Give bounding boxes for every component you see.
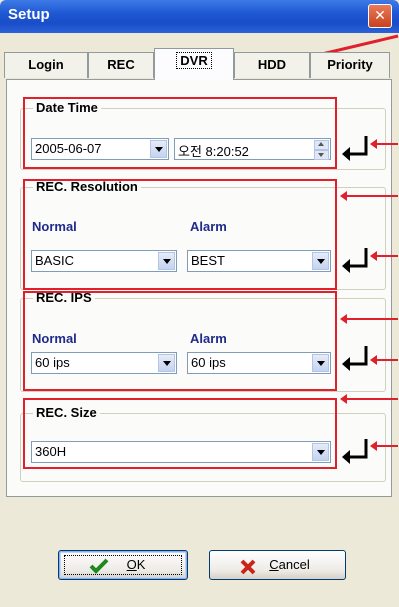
close-button[interactable]: ✕ (368, 4, 392, 28)
spin-up-icon[interactable] (314, 140, 329, 150)
chevron-down-icon[interactable] (312, 443, 329, 461)
tab-dvr[interactable]: DVR (154, 48, 234, 80)
setup-window: Setup ✕ Login REC DVR HDD Priority Date … (0, 0, 399, 607)
annotation-arrow-ips (370, 355, 398, 365)
resolution-alarm-label: Alarm (190, 219, 227, 234)
resolution-normal-label: Normal (32, 219, 77, 234)
enter-arrow-icon (342, 346, 368, 371)
annotation-arrow-resolution (370, 251, 398, 261)
ips-alarm-dropdown[interactable]: 60 ips (187, 352, 331, 374)
ips-alarm-label: Alarm (190, 331, 227, 346)
time-value: 오전 8:20:52 (178, 144, 249, 159)
tab-login[interactable]: Login (4, 52, 88, 78)
close-icon: ✕ (374, 8, 386, 24)
ips-normal-value: 60 ips (35, 355, 70, 370)
annotation-arrow-date (370, 139, 398, 149)
annotation-arrow-size-group (340, 394, 398, 404)
spin-down-icon[interactable] (314, 150, 329, 160)
rec-size-dropdown[interactable]: 360H (31, 441, 331, 463)
annotation-arrow-size (370, 441, 398, 451)
spin-buttons[interactable] (314, 140, 329, 160)
title-bar: Setup ✕ (0, 0, 399, 33)
annotation-arrow-ips-group (340, 314, 398, 324)
cancel-label: Cancel (269, 557, 310, 572)
window-title: Setup (8, 6, 50, 23)
resolution-alarm-dropdown[interactable]: BEST (187, 250, 331, 272)
enter-arrow-icon (342, 248, 368, 273)
ips-normal-dropdown[interactable]: 60 ips (31, 352, 177, 374)
annotation-arrow-resolution-group (340, 191, 398, 201)
chevron-down-icon[interactable] (158, 354, 175, 372)
resolution-normal-value: BASIC (35, 253, 75, 268)
ips-alarm-value: 60 ips (191, 355, 226, 370)
enter-arrow-icon (342, 136, 368, 161)
ips-normal-label: Normal (32, 331, 77, 346)
date-value: 2005-06-07 (35, 141, 102, 156)
time-spinner[interactable]: 오전 8:20:52 (174, 138, 331, 160)
annotation-box-resolution (23, 179, 337, 290)
tab-priority[interactable]: Priority (310, 52, 390, 78)
tab-hdd[interactable]: HDD (234, 52, 310, 78)
rec-size-value: 360H (35, 444, 67, 459)
cancel-button[interactable]: Cancel (209, 550, 346, 580)
chevron-down-icon[interactable] (150, 140, 167, 158)
chevron-down-icon[interactable] (312, 354, 329, 372)
resolution-normal-dropdown[interactable]: BASIC (31, 250, 177, 272)
enter-arrow-icon (342, 439, 368, 464)
ok-label: OK (126, 557, 146, 572)
ok-button[interactable]: OK (58, 550, 188, 580)
date-dropdown[interactable]: 2005-06-07 (31, 138, 169, 160)
chevron-down-icon[interactable] (312, 252, 329, 270)
tab-rec[interactable]: REC (88, 52, 154, 78)
chevron-down-icon[interactable] (158, 252, 175, 270)
resolution-alarm-value: BEST (191, 253, 225, 268)
